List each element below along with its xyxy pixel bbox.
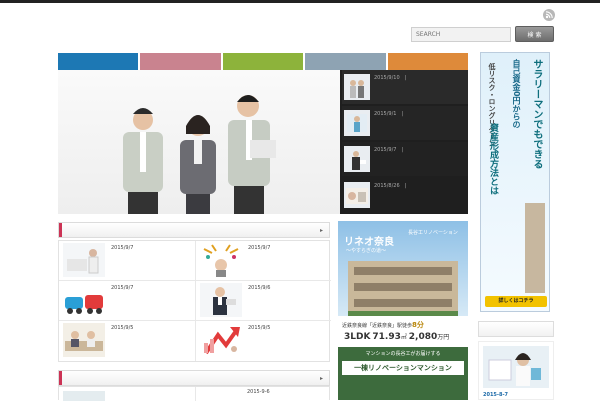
category-tab-1[interactable]	[58, 53, 139, 70]
rss-icon[interactable]	[543, 9, 555, 21]
section-accent	[59, 371, 62, 385]
ad-subtitle: 〜やすらぎの道〜	[346, 248, 387, 254]
category-tab-2[interactable]	[140, 53, 221, 70]
ad-title: リネオ奈良	[344, 237, 394, 248]
thumb-date: 2015/9/10 |	[374, 75, 407, 81]
post-date: 2015/9/7	[111, 245, 134, 251]
slider-thumb[interactable]: 2015/9/7 |	[342, 142, 468, 176]
sidebar-post[interactable]: 2015-8-7	[478, 341, 554, 400]
search-input[interactable]	[411, 27, 511, 42]
post-thumbnail	[200, 323, 242, 357]
slider-thumb[interactable]: 2015/9/1 |	[342, 106, 468, 140]
slider-thumbnails: 2015/9/10 | 2015/9/1 | 2015/9/7 | 2015/8…	[342, 70, 468, 214]
real-estate-ad[interactable]: リネオ奈良 〜やすらぎの道〜 長谷工リノベーション 近鉄奈良線「近鉄奈良」駅徒歩…	[338, 221, 468, 400]
ad-text-1: サラリーマンでもできる	[531, 59, 542, 169]
section-header[interactable]: ▸	[58, 370, 330, 386]
ad-text-2: 自己資金0円からの	[512, 59, 521, 129]
ad-tagline: マンションの長谷工がお届けする	[365, 351, 441, 357]
ad-tower-image	[525, 203, 545, 293]
post-thumbnail	[200, 283, 242, 317]
sidebar-post-thumbnail	[483, 346, 549, 388]
category-tabs	[58, 53, 469, 70]
thumb-image	[344, 110, 370, 136]
post-card[interactable]: 2015/9/7	[195, 241, 331, 281]
post-date: 2015/9/5	[248, 325, 271, 331]
category-tab-3[interactable]	[222, 53, 304, 70]
thumb-image	[344, 182, 370, 208]
category-tab-5[interactable]	[387, 53, 469, 70]
post-card[interactable]: 2015/9/6	[195, 281, 331, 321]
post-grid-2: 2015-9-6	[58, 386, 330, 401]
ad-footer: マンションの長谷工がお届けする 一棟リノベーションマンション	[338, 347, 468, 400]
slider-thumb[interactable]: 2015/9/10 |	[342, 70, 468, 104]
hero-image[interactable]	[58, 70, 340, 214]
post-thumbnail	[63, 323, 105, 357]
post-card[interactable]: 2015/9/5	[195, 321, 331, 361]
ad-brand: 長谷工リノベーション	[408, 230, 458, 236]
ad-building-image	[348, 261, 458, 316]
ad-price: 3LDK 71.93㎡ 2,080万円	[344, 332, 450, 342]
ad-headline: 一棟リノベーションマンション	[342, 361, 464, 375]
post-date: 2015/9/6	[248, 285, 271, 291]
ad-access: 近鉄奈良線「近鉄奈良」駅徒歩8分	[342, 321, 424, 329]
top-bar	[0, 0, 600, 3]
grid-divider	[195, 387, 196, 401]
slider-thumb[interactable]: 2015/8/26 |	[342, 178, 468, 212]
thumb-date: 2015/9/1 |	[374, 111, 404, 117]
investment-ad[interactable]: サラリーマンでもできる 自己資金0円からの 低リスク・ロングリターン 資産形成方…	[480, 52, 550, 312]
section-header[interactable]: ▸	[58, 222, 330, 238]
sidebar-widget-header	[478, 321, 554, 337]
thumb-image	[344, 74, 370, 100]
section-accent	[59, 223, 62, 237]
post-thumbnail	[200, 243, 242, 277]
chevron-right-icon[interactable]: ▸	[320, 375, 323, 382]
chevron-right-icon[interactable]: ▸	[320, 227, 323, 234]
ad-details-button[interactable]: 詳しくはコチラ	[485, 296, 547, 307]
search-button[interactable]: 検 索	[515, 26, 554, 42]
post-card[interactable]: 2015/9/7	[59, 241, 195, 281]
post-card[interactable]: 2015/9/5	[59, 321, 195, 361]
sidebar-post-date: 2015-8-7	[483, 392, 509, 398]
thumb-date: 2015/9/7 |	[374, 147, 404, 153]
thumb-date: 2015/8/26 |	[374, 183, 407, 189]
post-grid: 2015/9/7 2015/9/7 2015/9/7 2015/9/6 2015…	[58, 240, 331, 362]
post-date: 2015/9/7	[111, 285, 134, 291]
post-card[interactable]: 2015/9/7	[59, 281, 195, 321]
category-tab-4[interactable]	[305, 53, 386, 70]
post-thumbnail	[63, 283, 105, 317]
post-date: 2015-9-6	[247, 389, 270, 395]
featured-slider: 2015/9/10 | 2015/9/1 | 2015/9/7 | 2015/8…	[58, 70, 468, 214]
post-date: 2015/9/7	[248, 245, 271, 251]
post-date: 2015/9/5	[111, 325, 134, 331]
post-thumbnail	[63, 243, 105, 277]
ad-text-4: 資産形成方法とは	[488, 123, 498, 195]
thumb-image	[344, 146, 370, 172]
